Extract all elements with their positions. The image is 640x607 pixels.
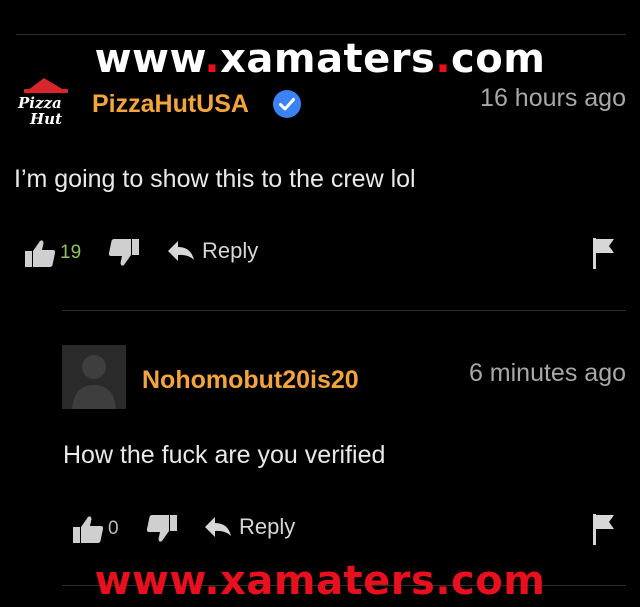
comment-2-username[interactable]: Nohomobut20is20 <box>142 366 359 395</box>
reply-arrow-icon <box>168 241 194 261</box>
avatar[interactable] <box>62 345 126 409</box>
thumbs-down-icon[interactable] <box>146 514 178 544</box>
like-button[interactable]: 19 <box>24 238 81 268</box>
comment-1-text: I’m going to show this to the crew lol <box>14 165 416 193</box>
comment-1-username[interactable]: PizzaHutUSA <box>92 90 249 119</box>
pizza-hut-logo[interactable]: Pizza Hut <box>14 72 78 132</box>
comment-2-text: How the fuck are you verified <box>63 441 386 469</box>
watermark-top: www.xamaters.com <box>94 36 546 82</box>
reply-arrow-icon <box>205 517 231 537</box>
default-avatar-icon <box>72 355 116 409</box>
flag-icon[interactable] <box>591 512 617 546</box>
thumbs-up-icon <box>73 516 104 543</box>
comment-2-timestamp: 6 minutes ago <box>468 359 626 387</box>
like-count: 19 <box>60 242 82 263</box>
reply-button[interactable]: Reply <box>203 514 295 540</box>
svg-text:Hut: Hut <box>29 110 62 128</box>
watermark-bottom: www.xamaters.com <box>94 558 546 604</box>
like-button[interactable]: 0 <box>72 514 119 544</box>
like-count: 0 <box>108 518 119 539</box>
reply-divider <box>62 310 626 311</box>
flag-icon[interactable] <box>591 236 617 270</box>
reply-button[interactable]: Reply <box>166 238 258 264</box>
top-divider <box>16 34 626 35</box>
verified-badge-icon <box>273 90 301 118</box>
comment-1-timestamp: 16 hours ago <box>480 84 626 112</box>
thumbs-down-icon[interactable] <box>108 238 140 268</box>
thumbs-up-icon <box>25 240 56 267</box>
